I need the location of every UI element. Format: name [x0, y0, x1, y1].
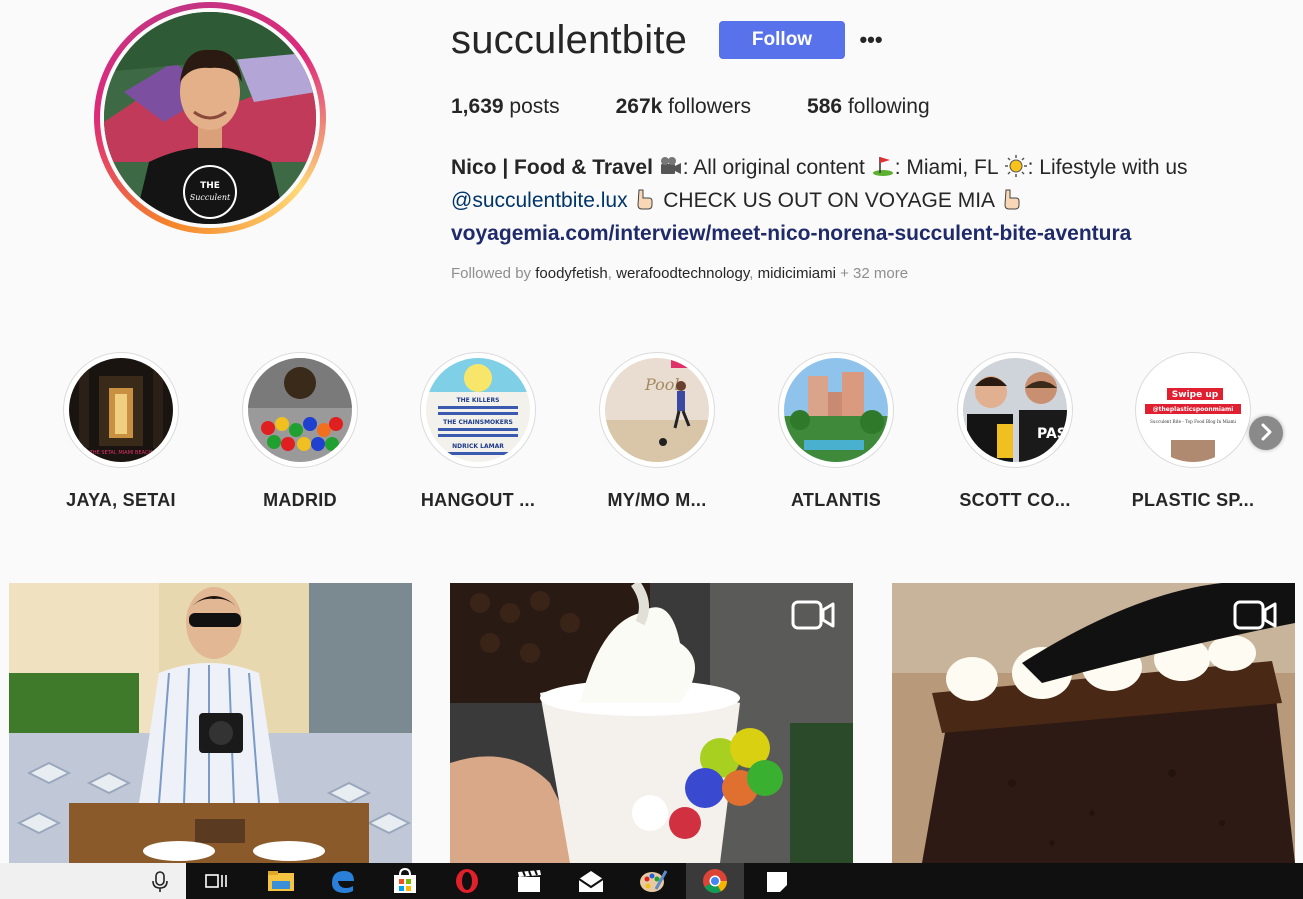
highlight-thumb-text: Pool — [644, 375, 680, 394]
highlight-thumbnail — [784, 358, 888, 462]
highlight-scott-co[interactable]: PASTA SCOTT CO... — [935, 352, 1095, 511]
following-label: following — [847, 95, 930, 118]
highlight-madrid[interactable]: MADRID — [220, 352, 380, 511]
edge-icon[interactable] — [328, 867, 358, 895]
highlight-label: PLASTIC SP... — [1131, 490, 1255, 510]
follow-button[interactable]: Follow — [719, 21, 845, 59]
bio-cta: CHECK US OUT ON VOYAGE MIA — [657, 189, 1000, 212]
highlight-hangout[interactable]: THE KILLERS THE CHAINSMOKERS NDRICK LAMA… — [398, 352, 558, 511]
followed-by-user[interactable]: foodyfetish — [535, 265, 608, 282]
highlight-label: MADRID — [263, 490, 337, 510]
post-tile[interactable] — [450, 583, 853, 863]
highlight-thumb-text: Succulent Bite - Top Food Blog In Miami — [1150, 419, 1237, 424]
highlight-my-mo[interactable]: Pool MY/MO M... — [577, 352, 737, 511]
highlight-thumb-text: THE KILLERS — [457, 397, 500, 404]
followers-label: followers — [668, 95, 752, 118]
highlight-label: MY/MO M... — [607, 490, 707, 510]
followers-stat[interactable]: 267k followers — [616, 95, 751, 119]
highlight-thumbnail: Pool — [605, 358, 709, 462]
opera-icon[interactable] — [452, 867, 482, 895]
followed-by: Followed by foodyfetish, werafoodtechnol… — [451, 265, 909, 282]
followed-by-user[interactable]: midicimiami — [758, 265, 836, 282]
post-tile[interactable] — [9, 583, 412, 863]
svg-text:THE: THE — [200, 181, 220, 191]
highlight-atlantis[interactable]: ATLANTIS — [756, 352, 916, 511]
microphone-icon[interactable] — [150, 870, 170, 894]
sticky-notes-icon[interactable] — [762, 867, 792, 895]
bio-mention-link[interactable]: @succulentbite.lux — [451, 189, 628, 212]
post-image — [9, 583, 412, 863]
pointing-down-icon — [1000, 187, 1024, 210]
profile-stats: 1,639 posts 267k followers 586 following — [451, 95, 986, 119]
store-icon[interactable] — [390, 867, 420, 895]
highlight-thumb-text: PASTA — [1037, 426, 1067, 442]
highlight-thumbnail: THE KILLERS THE CHAINSMOKERS NDRICK LAMA… — [426, 358, 530, 462]
highlight-thumbnail: Swipe up @theplasticspoonmiami Succulent… — [1141, 358, 1245, 462]
highlight-label: SCOTT CO... — [959, 490, 1071, 510]
profile-bio: Nico | Food & Travel : All original cont… — [451, 151, 1281, 250]
bio-name: Nico | Food & Travel — [451, 156, 653, 179]
windows-taskbar — [0, 863, 1303, 899]
video-icon — [1233, 599, 1277, 636]
followed-by-prefix: Followed by — [451, 265, 536, 282]
followed-by-user[interactable]: werafoodtechnology — [616, 265, 749, 282]
task-view-icon[interactable] — [202, 867, 232, 895]
posts-stat: 1,639 posts — [451, 95, 560, 119]
highlight-thumb-text: NDRICK LAMAR — [452, 443, 504, 450]
highlight-thumb-text: THE SETAI, MIAMI BEACH — [89, 450, 153, 456]
clapperboard-icon[interactable] — [514, 867, 544, 895]
paint-icon[interactable] — [638, 867, 668, 895]
golf-flag-icon — [871, 154, 895, 176]
following-count: 586 — [807, 95, 843, 118]
chevron-right-icon — [1261, 423, 1272, 441]
followed-by-more[interactable]: + 32 more — [836, 265, 908, 282]
post-tile[interactable] — [892, 583, 1295, 863]
file-explorer-icon[interactable] — [266, 867, 296, 895]
pointing-down-icon — [633, 187, 657, 210]
profile-avatar: THE Succulent — [104, 12, 316, 224]
highlight-label: ATLANTIS — [790, 490, 882, 510]
bio-text-3: : Lifestyle with us — [1027, 156, 1188, 179]
video-icon — [791, 599, 835, 636]
sun-icon — [1004, 154, 1028, 177]
bio-text-1: : All original content — [682, 156, 871, 179]
highlight-thumbnail: PASTA — [963, 358, 1067, 462]
highlight-thumbnail — [248, 358, 352, 462]
highlight-thumb-text: Swipe up — [1172, 390, 1219, 400]
svg-text:Succulent: Succulent — [190, 193, 231, 202]
more-options-button[interactable]: ••• — [858, 26, 884, 54]
highlight-thumbnail: THE SETAI, MIAMI BEACH — [69, 358, 173, 462]
highlight-jaya-setai[interactable]: THE SETAI, MIAMI BEACH JAYA, SETAI — [41, 352, 201, 511]
bio-line-1: Nico | Food & Travel : All original cont… — [451, 151, 1281, 184]
bio-line-2: @succulentbite.lux CHECK US OUT ON VOYAG… — [451, 184, 1281, 217]
following-stat[interactable]: 586 following — [807, 95, 930, 119]
movie-camera-icon — [659, 154, 683, 176]
bio-external-link[interactable]: voyagemia.com/interview/meet-nico-norena… — [451, 217, 1281, 250]
highlight-thumb-text: THE CHAINSMOKERS — [443, 419, 513, 426]
taskbar-search-box[interactable] — [0, 863, 186, 899]
bio-text-2: : Miami, FL — [894, 156, 1004, 179]
followers-count: 267k — [615, 95, 663, 118]
chrome-icon[interactable] — [700, 867, 730, 895]
highlight-label: JAYA, SETAI — [66, 490, 176, 510]
profile-avatar-ring[interactable]: THE Succulent — [94, 2, 326, 234]
posts-label: posts — [509, 95, 560, 118]
posts-count: 1,639 — [451, 95, 504, 118]
mail-icon[interactable] — [576, 867, 606, 895]
highlight-label: HANGOUT ... — [420, 490, 536, 510]
profile-username: succulentbite — [451, 18, 688, 62]
highlights-next-button[interactable] — [1249, 416, 1283, 450]
highlight-thumb-text: @theplasticspoonmiami — [1153, 406, 1234, 413]
